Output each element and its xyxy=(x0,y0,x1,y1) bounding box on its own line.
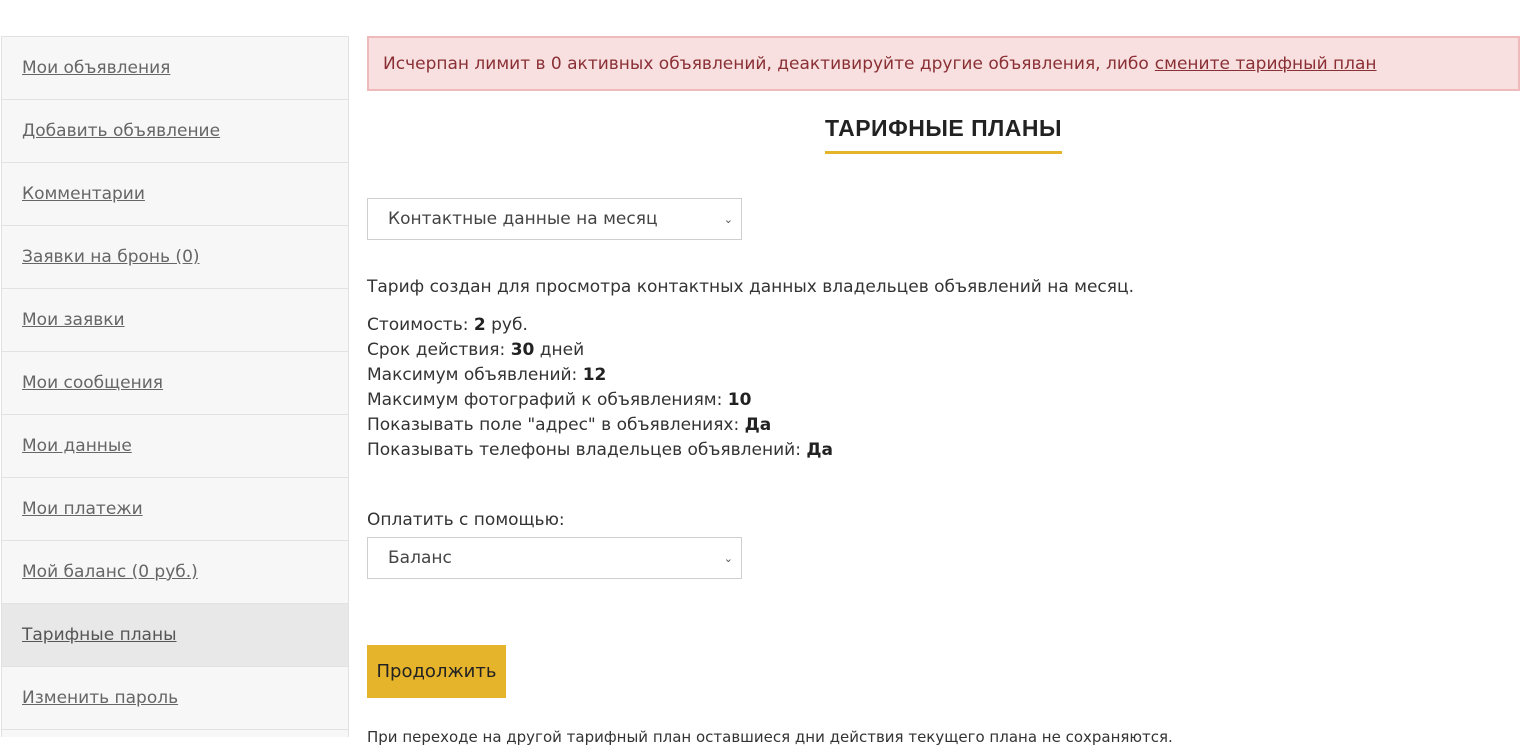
sidebar-item-label[interactable]: Мои заявки xyxy=(22,310,125,330)
plan-duration-value: 30 xyxy=(510,340,535,360)
plan-cost-value: 2 xyxy=(473,315,486,335)
sidebar-item-label[interactable]: Изменить пароль xyxy=(22,688,178,708)
sidebar-item-label[interactable]: Добавить объявление xyxy=(22,121,220,141)
main-content: Исчерпан лимит в 0 активных объявлений, … xyxy=(367,36,1520,746)
sidebar-item-label[interactable]: Мои платежи xyxy=(22,499,143,519)
plan-max-photos: Максимум фотографий к объявлениям: 10 xyxy=(367,388,1520,413)
plan-address-value: Да xyxy=(744,415,772,435)
plan-phones-label: Показывать телефоны владельцев объявлени… xyxy=(367,440,801,460)
sidebar-item-label[interactable]: Мои данные xyxy=(22,436,132,456)
plan-phones-value: Да xyxy=(806,440,833,460)
change-plan-link[interactable]: смените тарифный план xyxy=(1155,54,1377,74)
plan-max-ads: Максимум объявлений: 12 xyxy=(367,363,1520,388)
plan-max-ads-value: 12 xyxy=(582,365,607,385)
limit-alert: Исчерпан лимит в 0 активных объявлений, … xyxy=(367,36,1520,91)
plan-select-value: Контактные данные на месяц xyxy=(388,209,658,229)
sidebar-item-my-ads[interactable]: Мои объявления xyxy=(2,37,348,100)
footer-note: При переходе на другой тарифный план ост… xyxy=(367,728,1173,746)
plan-duration-label: Срок действия: xyxy=(367,340,506,360)
continue-button[interactable]: Продолжить xyxy=(367,645,506,698)
sidebar-item-tariff-plans[interactable]: Тарифные планы xyxy=(2,604,348,667)
sidebar-item-my-data[interactable]: Мои данные xyxy=(2,415,348,478)
plan-address-label: Показывать поле "адрес" в объявлениях: xyxy=(367,415,740,435)
plan-phones: Показывать телефоны владельцев объявлени… xyxy=(367,438,1520,463)
alert-text: Исчерпан лимит в 0 активных объявлений, … xyxy=(383,53,1149,74)
sidebar-item-my-payments[interactable]: Мои платежи xyxy=(2,478,348,541)
sidebar-item-change-password[interactable]: Изменить пароль xyxy=(2,667,348,730)
payment-method-select[interactable]: Баланс ⌄ xyxy=(367,537,742,579)
page-title-wrap: ТАРИФНЫЕ ПЛАНЫ xyxy=(367,115,1520,161)
sidebar-item-my-messages[interactable]: Мои сообщения xyxy=(2,352,348,415)
sidebar-item-label[interactable]: Мой баланс (0 руб.) xyxy=(22,562,198,582)
payment-select-value: Баланс xyxy=(388,548,452,568)
plan-duration-unit: дней xyxy=(539,340,585,360)
chevron-down-icon: ⌄ xyxy=(723,551,733,565)
plan-max-photos-label: Максимум фотографий к объявлениям: xyxy=(367,390,723,410)
plan-select[interactable]: Контактные данные на месяц ⌄ xyxy=(367,198,742,240)
sidebar-item-my-requests[interactable]: Мои заявки xyxy=(2,289,348,352)
plan-address-field: Показывать поле "адрес" в объявлениях: Д… xyxy=(367,413,1520,438)
sidebar-item-label[interactable]: Мои сообщения xyxy=(22,373,163,393)
plan-cost-unit: руб. xyxy=(491,315,528,335)
sidebar-menu: Мои объявления Добавить объявление Комме… xyxy=(1,36,349,737)
sidebar-item-add-ad[interactable]: Добавить объявление xyxy=(2,100,348,163)
sidebar-item-booking-requests[interactable]: Заявки на бронь (0) xyxy=(2,226,348,289)
plan-cost-label: Стоимость: xyxy=(367,315,469,335)
page-title: ТАРИФНЫЕ ПЛАНЫ xyxy=(825,115,1062,154)
sidebar-item-label[interactable]: Заявки на бронь (0) xyxy=(22,247,200,267)
plan-info: Стоимость: 2 руб. Срок действия: 30 дней… xyxy=(367,313,1520,463)
chevron-down-icon: ⌄ xyxy=(723,212,733,226)
plan-max-ads-label: Максимум объявлений: xyxy=(367,365,578,385)
plan-duration: Срок действия: 30 дней xyxy=(367,338,1520,363)
payment-method-label: Оплатить с помощью: xyxy=(367,510,565,530)
plan-cost: Стоимость: 2 руб. xyxy=(367,313,1520,338)
plan-description: Тариф создан для просмотра контактных да… xyxy=(367,277,1134,297)
sidebar-item-label[interactable]: Тарифные планы xyxy=(22,625,177,645)
sidebar-item-label[interactable]: Комментарии xyxy=(22,184,145,204)
sidebar-item-comments[interactable]: Комментарии xyxy=(2,163,348,226)
sidebar-item-my-balance[interactable]: Мой баланс (0 руб.) xyxy=(2,541,348,604)
plan-max-photos-value: 10 xyxy=(727,390,752,410)
sidebar-item-label[interactable]: Мои объявления xyxy=(22,58,170,78)
